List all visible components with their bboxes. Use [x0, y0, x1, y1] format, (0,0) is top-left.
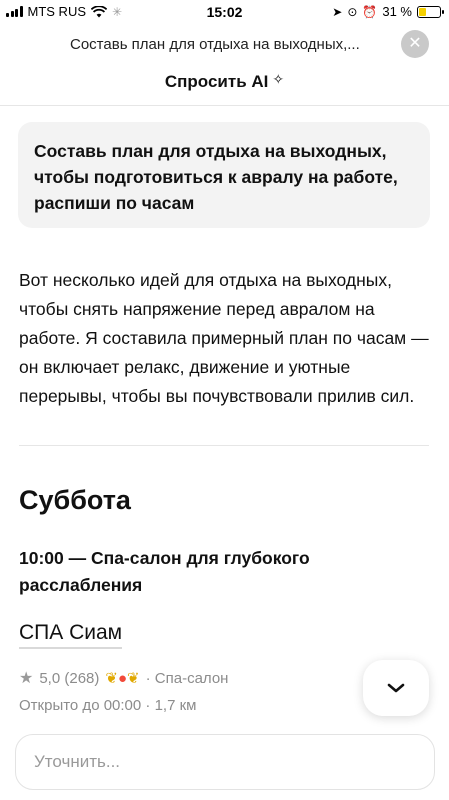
place-rating: 5,0 (268) [39, 669, 100, 687]
battery-icon [417, 5, 444, 18]
refine-input-container [15, 734, 435, 790]
place-distance: · 1,7 км [145, 697, 197, 714]
query-title[interactable]: Составь план для отдыха на выходных,... [70, 36, 390, 53]
place-category: · Спа-салон [145, 669, 229, 687]
divider [19, 445, 429, 446]
user-message-text: Составь план для отдыха на выходных, что… [34, 141, 398, 213]
ask-ai-label: Спросить AI [164, 72, 269, 91]
screen: MTS RUS ✳ 15:02 ➤ ⊙ ⏰ 31 % Составь план … [0, 0, 449, 800]
sparkle-icon: ✧ [272, 71, 285, 87]
header: Составь план для отдыха на выходных,... … [0, 24, 449, 106]
user-message-bubble: Составь план для отдыха на выходных, что… [18, 122, 430, 228]
location-arrow-icon: ➤ [332, 4, 343, 19]
day-heading: Суббота [19, 485, 131, 515]
chevron-down-icon [387, 683, 405, 693]
place-rating-row: ★ 5,0 (268) ❦●❦ · Спа-салон [19, 668, 228, 688]
ask-ai-button[interactable]: Спросить AI ✧ [0, 71, 449, 92]
plan-item-title: 10:00 — Спа-салон для глубокого расслабл… [19, 548, 310, 595]
refine-input[interactable] [16, 735, 434, 789]
answer-intro: Вот несколько идей для отдыха на выходны… [19, 270, 429, 406]
close-button[interactable]: ✕ [401, 30, 429, 58]
star-icon: ★ [19, 670, 34, 687]
status-bar: MTS RUS ✳ 15:02 ➤ ⊙ ⏰ 31 % [0, 0, 449, 24]
alarm-icon: ⏰ [362, 4, 378, 19]
status-right: ➤ ⊙ ⏰ 31 % [332, 4, 444, 19]
scroll-down-button[interactable] [363, 660, 429, 716]
award-laurel-icon: ❦●❦ [105, 670, 140, 687]
close-icon: ✕ [408, 35, 422, 52]
place-name-link[interactable]: СПА Сиам [19, 621, 123, 649]
battery-percent: 31 % [382, 4, 412, 19]
place-hours-row: Открыто до 00:00 · 1,7 км [19, 697, 196, 714]
screen-lock-icon: ⊙ [347, 4, 358, 19]
place-hours: Открыто до 00:00 [19, 697, 142, 714]
